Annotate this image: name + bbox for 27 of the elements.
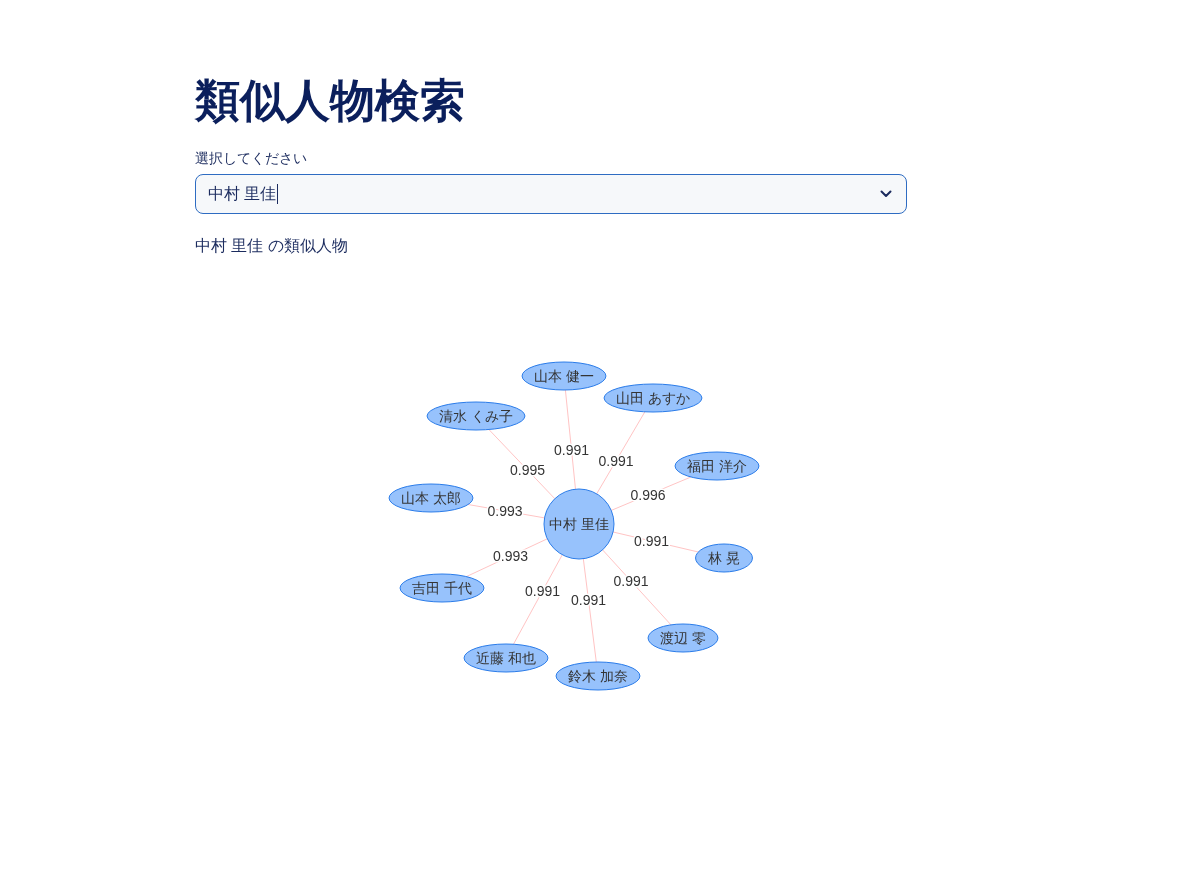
center-node[interactable]: 中村 里佳 xyxy=(543,488,615,560)
similarity-label: 0.991 xyxy=(525,583,560,599)
chevron-down-icon xyxy=(880,190,892,198)
person-node[interactable]: 近藤 和也 xyxy=(463,643,549,673)
result-heading: 中村 里佳 の類似人物 xyxy=(195,236,348,256)
similarity-label: 0.991 xyxy=(634,533,669,549)
text-cursor-icon xyxy=(277,184,279,204)
person-node[interactable]: 山本 健一 xyxy=(521,361,607,391)
person-node[interactable]: 山本 太郎 xyxy=(388,483,474,513)
similarity-label: 0.996 xyxy=(630,487,666,503)
person-select[interactable]: 中村 里佳 xyxy=(195,174,907,214)
similarity-label: 0.995 xyxy=(510,462,545,478)
person-node[interactable]: 鈴木 加奈 xyxy=(555,661,641,691)
similarity-label: 0.991 xyxy=(571,592,606,608)
person-node[interactable]: 渡辺 零 xyxy=(647,623,719,653)
person-node[interactable]: 山田 あすか xyxy=(603,383,703,413)
page-title: 類似人物検索 xyxy=(195,74,465,128)
person-node[interactable]: 福田 洋介 xyxy=(674,451,760,481)
similarity-label: 0.993 xyxy=(493,548,528,564)
similarity-label: 0.991 xyxy=(613,573,649,589)
similarity-label: 0.993 xyxy=(487,503,523,519)
select-label: 選択してください xyxy=(195,149,307,168)
person-node[interactable]: 林 晃 xyxy=(695,543,753,573)
similarity-label: 0.991 xyxy=(598,453,634,469)
similarity-label: 0.991 xyxy=(554,442,589,458)
person-node[interactable]: 吉田 千代 xyxy=(399,573,485,603)
person-node[interactable]: 清水 くみ子 xyxy=(426,401,526,431)
